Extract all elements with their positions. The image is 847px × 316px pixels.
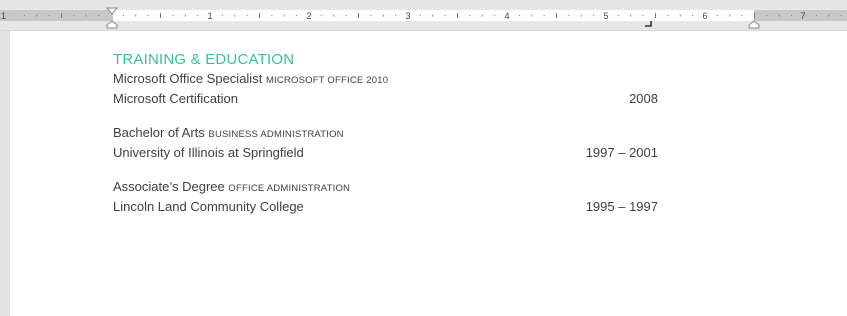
ruler-dot-tick [667,14,669,17]
entry-title: Microsoft Office Specialist [113,71,263,86]
ruler-dot-tick [73,14,75,17]
right-tab-stop-marker[interactable] [645,21,652,27]
ruler-dot-tick [766,14,768,17]
ruler-dot-tick [419,14,421,17]
entry-title-line: Associate’s Degree OFFICE ADMINISTRATION [113,178,658,198]
ruler-dot-tick [98,14,100,17]
ruler-dot-tick [494,14,496,17]
ruler-dot-tick [593,14,595,17]
entry-date: 2008 [629,91,658,106]
resume-section: TRAINING & EDUCATION Microsoft Office Sp… [113,50,658,232]
horizontal-ruler[interactable]: 1 1 2 3 4 5 6 7 [0,0,847,31]
ruler-dot-tick [271,14,273,17]
document-page[interactable]: TRAINING & EDUCATION Microsoft Office Sp… [10,31,847,316]
ruler-dot-tick [543,14,545,17]
ruler-dot-tick [320,14,322,17]
education-entry: Bachelor of Arts BUSINESS ADMINISTRATION… [113,124,658,162]
ruler-number-4: 4 [504,11,509,21]
ruler-dot-tick [197,14,199,17]
ruler-dot-tick [741,14,743,17]
ruler-dot-tick [370,14,372,17]
entry-title-line: Bachelor of Arts BUSINESS ADMINISTRATION [113,124,658,144]
ruler-dot-tick [617,14,619,17]
ruler-dot-tick [221,14,223,17]
ruler-dot-tick [48,14,50,17]
ruler-dot-tick [692,14,694,17]
hanging-indent-marker[interactable] [106,20,118,29]
entry-institution: Lincoln Land Community College [113,199,304,214]
ruler-leading-label: 1 [1,11,6,21]
ruler-dot-tick [246,14,248,17]
ruler-dot-tick [395,14,397,17]
entry-date: 1995 – 1997 [585,199,658,214]
ruler-dot-tick [444,14,446,17]
entry-institution-line: University of Illinois at Springfield 19… [113,144,658,162]
ruler-dot-tick [23,14,25,17]
entry-title-sub: OFFICE ADMINISTRATION [228,183,351,194]
ruler-dot-tick [518,14,520,17]
ruler-number-5: 5 [603,11,608,21]
entry-title: Bachelor of Arts [113,125,205,140]
entry-institution: University of Illinois at Springfield [113,145,304,160]
ruler-dot-tick [345,14,347,17]
entry-institution: Microsoft Certification [113,91,238,106]
entry-title-line: Microsoft Office Specialist MICROSOFT OF… [113,70,658,90]
document-gutter [0,31,10,316]
ruler-dot-tick [296,14,298,17]
entry-institution-line: Lincoln Land Community College 1995 – 19… [113,198,658,216]
ruler-dot-tick [815,14,817,17]
ruler-ticks [23,13,842,18]
ruler-number-6: 6 [702,11,707,21]
first-line-indent-marker[interactable] [105,7,119,15]
ruler-dot-tick [642,14,644,17]
ruler-dot-tick [469,14,471,17]
right-indent-marker[interactable] [748,20,760,29]
education-entry: Associate’s Degree OFFICE ADMINISTRATION… [113,178,658,216]
entry-date: 1997 – 2001 [585,145,658,160]
ruler-dot-tick [172,14,174,17]
ruler-number-7: 7 [800,11,805,21]
ruler-number-1: 1 [207,11,212,21]
ruler-dot-tick [147,14,149,17]
ruler-scale: 1 1 2 3 4 5 6 7 [1,7,842,29]
section-heading: TRAINING & EDUCATION [113,51,295,68]
entry-institution-line: Microsoft Certification 2008 [113,90,658,108]
ruler-dot-tick [568,14,570,17]
ruler-number-2: 2 [306,11,311,21]
ruler-dot-tick [791,14,793,17]
education-entry: Microsoft Office Specialist MICROSOFT OF… [113,70,658,108]
entry-title-sub: BUSINESS ADMINISTRATION [208,129,344,140]
ruler-dot-tick [716,14,718,17]
ruler-dot-tick [122,14,124,17]
ruler-dot-tick [840,14,842,17]
entry-title-sub: MICROSOFT OFFICE 2010 [265,75,389,86]
ruler-number-3: 3 [405,11,410,21]
entry-title: Associate’s Degree [113,179,225,194]
